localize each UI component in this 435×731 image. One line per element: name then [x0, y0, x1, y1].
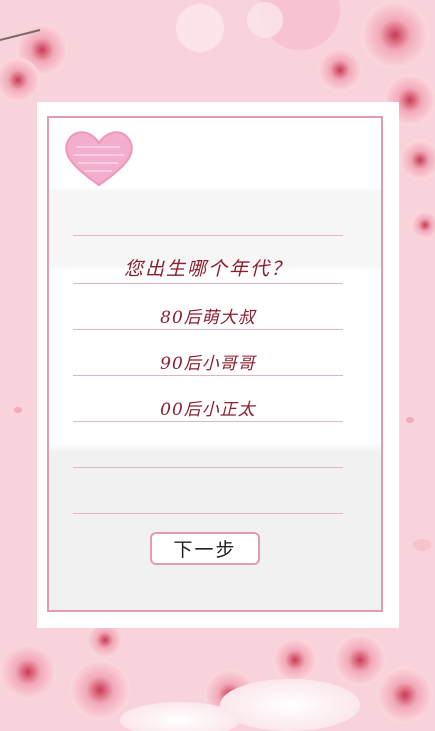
- divider-line: [73, 375, 343, 376]
- divider-line: [73, 513, 343, 514]
- option-90s[interactable]: 90后小哥哥: [73, 349, 343, 374]
- divider-line: [73, 235, 343, 236]
- question-text: 您出生哪个年代？: [123, 258, 292, 280]
- option-80s[interactable]: 80后萌大叔: [73, 303, 343, 328]
- divider-line: [73, 283, 343, 284]
- option-00s[interactable]: 00后小正太: [73, 395, 343, 420]
- divider-line: [73, 467, 343, 468]
- heart-icon: [65, 131, 133, 187]
- next-button[interactable]: 下一步: [150, 532, 260, 565]
- divider-line: [73, 329, 343, 330]
- divider-line: [73, 421, 343, 422]
